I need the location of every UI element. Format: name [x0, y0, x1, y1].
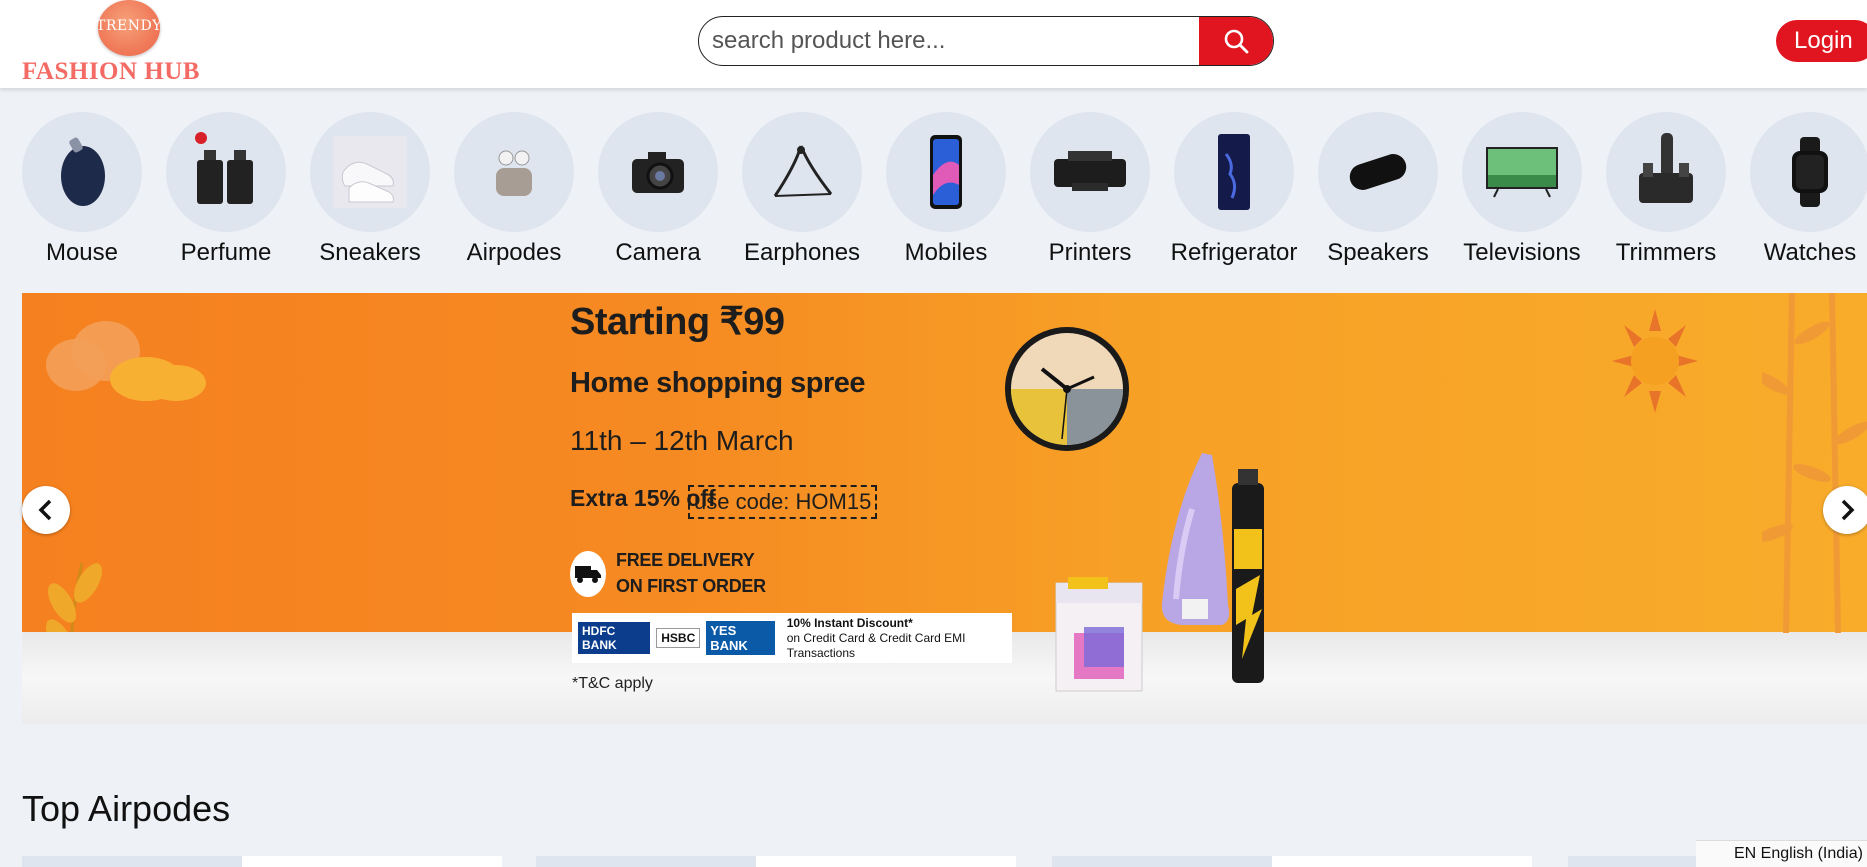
category-refrigerator[interactable]: Refrigerator	[1169, 112, 1299, 267]
category-sneakers[interactable]: Sneakers	[305, 112, 435, 267]
sun-icon	[1612, 309, 1698, 413]
banner-dates: 11th – 12th March	[570, 425, 794, 456]
category-perfume[interactable]: Perfume	[161, 112, 291, 267]
login-button[interactable]: Login	[1776, 20, 1867, 62]
discount-line-1: 10% Instant Discount*	[786, 615, 913, 630]
chevron-left-icon	[38, 499, 52, 521]
airpods-icon	[454, 112, 574, 232]
search-input[interactable]	[699, 17, 1199, 65]
bank-discount-text: 10% Instant Discount* on Credit Card & C…	[787, 616, 1012, 661]
category-label: Earphones	[743, 239, 861, 266]
category-label: Mouse	[45, 239, 119, 266]
chevron-right-icon	[1841, 499, 1855, 521]
category-watches[interactable]: Watches	[1745, 112, 1867, 267]
odonil-box-icon	[1055, 577, 1143, 692]
search-button[interactable]	[1199, 17, 1273, 65]
category-label: Speakers	[1327, 239, 1429, 266]
carousel-prev-button[interactable]	[22, 486, 70, 534]
category-printers[interactable]: Printers	[1025, 112, 1155, 267]
language-indicator[interactable]: EN English (India)	[1696, 840, 1867, 867]
category-list: Mouse Perfume Sneakers Airpodes Camera E…	[22, 112, 1867, 272]
logo[interactable]: TRENDY FASHION HUB	[22, 0, 242, 88]
search-bar	[698, 16, 1274, 66]
category-label: Airpodes	[466, 239, 562, 266]
mobile-icon	[886, 112, 1006, 232]
promo-banner[interactable]: Starting ₹99 Home shopping spree 11th – …	[22, 293, 1867, 724]
product-image	[1052, 856, 1272, 867]
search-icon	[1224, 29, 1249, 54]
speaker-icon	[1318, 112, 1438, 232]
category-speakers[interactable]: Speakers	[1313, 112, 1443, 267]
earphones-icon	[742, 112, 862, 232]
clock-icon	[1005, 327, 1129, 451]
television-icon	[1462, 112, 1582, 232]
iron-icon	[1161, 453, 1230, 625]
cloud-icon	[46, 321, 206, 401]
category-label: Printers	[1048, 239, 1132, 266]
delivery-line-1: FREE DELIVERY	[616, 550, 755, 570]
product-card[interactable]	[536, 856, 1016, 867]
bank-offer-bar: HDFC BANK HSBC YES BANK 10% Instant Disc…	[572, 613, 1012, 663]
banner-terms: *T&C apply	[572, 675, 653, 692]
category-label: Televisions	[1463, 239, 1581, 266]
category-mouse[interactable]: Mouse	[17, 112, 147, 267]
category-label: Mobiles	[904, 239, 988, 266]
product-image	[536, 856, 756, 867]
carousel-next-button[interactable]	[1823, 486, 1867, 534]
sneakers-icon	[310, 112, 430, 232]
product-card-row	[22, 856, 1867, 867]
header: TRENDY FASHION HUB Login	[0, 0, 1867, 88]
bank-logo-yes: YES BANK	[706, 621, 775, 655]
bank-logo-hsbc: HSBC	[656, 628, 701, 648]
camera-icon	[598, 112, 718, 232]
spray-can-icon	[1232, 469, 1264, 683]
watch-icon	[1750, 112, 1867, 232]
logo-text: FASHION HUB	[22, 58, 200, 85]
category-airpodes[interactable]: Airpodes	[449, 112, 579, 267]
bamboo-icon	[1762, 293, 1867, 633]
banner-coupon-code: use code: HOM15	[688, 485, 878, 519]
category-mobiles[interactable]: Mobiles	[881, 112, 1011, 267]
category-televisions[interactable]: Televisions	[1457, 112, 1587, 267]
printer-icon	[1030, 112, 1150, 232]
category-label: Sneakers	[319, 239, 421, 266]
perfume-icon	[166, 112, 286, 232]
logo-badge: TRENDY	[96, 0, 162, 56]
category-label: Camera	[615, 239, 701, 266]
refrigerator-icon	[1174, 112, 1294, 232]
banner-headline: Home shopping spree	[570, 367, 866, 399]
discount-line-2: on Credit Card & Credit Card EMI Transac…	[786, 630, 966, 660]
delivery-truck-icon	[570, 551, 606, 597]
mouse-icon	[22, 112, 142, 232]
category-camera[interactable]: Camera	[593, 112, 723, 267]
section-title: Top Airpodes	[22, 788, 231, 829]
banner-free-delivery: FREE DELIVERY ON FIRST ORDER	[616, 547, 766, 599]
product-card[interactable]	[1052, 856, 1532, 867]
product-image	[22, 856, 242, 867]
category-earphones[interactable]: Earphones	[737, 112, 867, 267]
trimmer-icon	[1606, 112, 1726, 232]
bank-logo-hdfc: HDFC BANK	[578, 622, 651, 654]
logo-badge-text: TRENDY	[96, 18, 162, 34]
category-label: Perfume	[180, 239, 272, 266]
delivery-line-2: ON FIRST ORDER	[616, 576, 766, 596]
category-label: Trimmers	[1615, 239, 1717, 266]
category-trimmers[interactable]: Trimmers	[1601, 112, 1731, 267]
category-label: Refrigerator	[1170, 239, 1298, 266]
category-label: Watches	[1763, 239, 1857, 266]
banner-starting-price: Starting ₹99	[570, 301, 785, 343]
product-card[interactable]	[22, 856, 502, 867]
